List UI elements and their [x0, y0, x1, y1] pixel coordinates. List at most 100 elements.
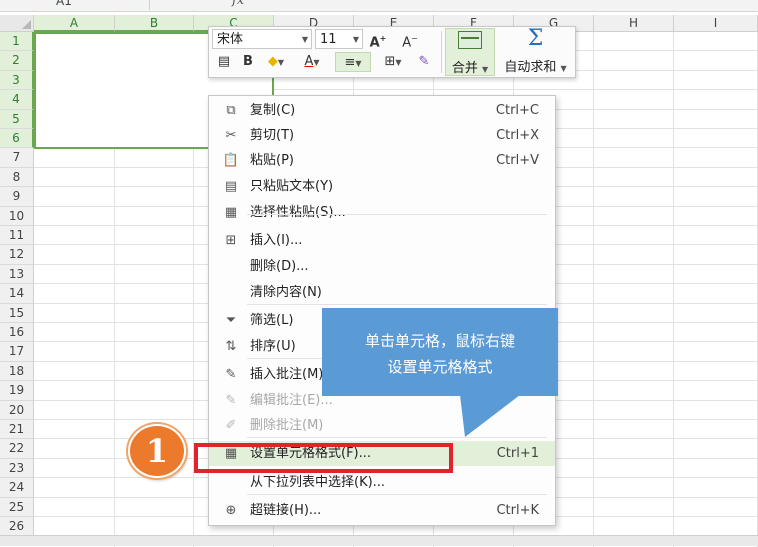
row-header-7[interactable]: 7 [0, 148, 34, 168]
chevron-down-icon: ▼ [301, 35, 308, 44]
menu-item-label: 剪切(T) [250, 128, 295, 143]
menu-item-label: 选择性粘贴(S)... [250, 205, 346, 220]
font-color-button[interactable]: A▼ [297, 52, 327, 72]
menu-item-copy[interactable]: ⧉ 复制(C) Ctrl+C [209, 98, 555, 123]
format-painter-icon[interactable]: ▤ [213, 52, 235, 72]
column-header-a[interactable]: A [34, 15, 115, 32]
menu-item-item-6[interactable]: 删除(D)... [209, 254, 555, 279]
menu-item-paste-special[interactable]: ▦ 选择性粘贴(S)... [209, 200, 555, 225]
row-header-10[interactable]: 10 [0, 206, 34, 226]
step-badge: 1 [128, 424, 186, 478]
font-size-value: 11 [320, 32, 337, 47]
align-center-button[interactable]: ≡▼ [335, 52, 371, 72]
font-name-value: 宋体 [217, 32, 244, 47]
filter-icon: ⏷ [225, 313, 237, 328]
decrease-font-button[interactable]: A− [399, 29, 421, 50]
row-header-18[interactable]: 18 [0, 361, 34, 382]
paste-text-icon: ▤ [224, 179, 238, 194]
copy-icon: ⧉ [226, 103, 236, 118]
menu-item-insert[interactable]: ⊞ 插入(I)... [209, 228, 555, 253]
sheet-bottom-bar [0, 535, 758, 546]
callout-line-1: 单击单元格，鼠标右键 [364, 332, 515, 350]
row-header-20[interactable]: 20 [0, 400, 34, 420]
border-button[interactable]: ⊞▼ [377, 52, 409, 72]
callout-line-2: 设置单元格格式 [387, 358, 493, 376]
menu-item-label: 删除批注(M) [250, 418, 324, 433]
row-header-25[interactable]: 25 [0, 497, 34, 517]
font-name-select[interactable]: 宋体 ▼ [212, 29, 312, 49]
menu-item-label: 只粘贴文本(Y) [250, 179, 334, 194]
menu-item-label: 超链接(H)... [250, 503, 322, 518]
bold-button[interactable]: B [239, 52, 257, 72]
merge-button[interactable]: 合并 ▼ [445, 28, 495, 76]
menu-item-paste[interactable]: 📋 粘贴(P) Ctrl+V [209, 148, 555, 173]
highlight-box [194, 443, 453, 473]
menu-item-label: 排序(U) [250, 339, 296, 354]
menu-item-paste-text[interactable]: ▤ 只粘贴文本(Y) [209, 174, 555, 199]
autosum-label: 自动求和 ▼ [504, 60, 567, 75]
column-header-i[interactable]: I [674, 15, 758, 32]
row-header-8[interactable]: 8 [0, 167, 34, 188]
merge-cells-icon [458, 31, 482, 49]
font-size-select[interactable]: 11 ▼ [315, 29, 363, 49]
row-header-21[interactable]: 21 [0, 420, 34, 440]
mini-toolbar: 宋体 ▼ 11 ▼ A+ A− ▤ B ◆▼ A▼ ≡▼ ⊞▼ ✎ 合并 ▼ Σ… [208, 26, 576, 78]
column-header-b[interactable]: B [115, 15, 194, 32]
formula-bar: A1 fx [0, 0, 758, 12]
edit-comment-icon: ✎ [225, 393, 237, 408]
row-header-11[interactable]: 11 [0, 226, 34, 246]
row-header-15[interactable]: 15 [0, 303, 34, 323]
row-header-1[interactable]: 1 [0, 32, 34, 52]
paste-special-icon: ▦ [224, 205, 238, 220]
menu-separator [247, 494, 547, 495]
menu-item-cut[interactable]: ✂ 剪切(T) Ctrl+X [209, 123, 555, 148]
increase-font-button[interactable]: A+ [367, 29, 389, 50]
clear-format-icon[interactable]: ✎ [413, 52, 435, 72]
paste-icon: 📋 [222, 153, 240, 168]
instruction-callout: 单击单元格，鼠标右键 设置单元格格式 [322, 308, 558, 396]
menu-item-shortcut: Ctrl+K [496, 503, 539, 518]
menu-item-label: 插入(I)... [250, 233, 303, 248]
column-header-h[interactable]: H [594, 15, 674, 32]
menu-item-label: 粘贴(P) [250, 153, 294, 168]
select-all-corner[interactable] [0, 15, 34, 32]
row-header-14[interactable]: 14 [0, 284, 34, 304]
row-header-22[interactable]: 22 [0, 439, 34, 459]
menu-item-shortcut: Ctrl+X [496, 128, 539, 143]
fill-color-button[interactable]: ◆▼ [261, 52, 291, 72]
row-header-12[interactable]: 12 [0, 245, 34, 265]
row-header-2[interactable]: 2 [0, 51, 34, 71]
row-header-13[interactable]: 13 [0, 264, 34, 285]
menu-item-label: 清除内容(N) [250, 285, 322, 300]
row-header-16[interactable]: 16 [0, 323, 34, 343]
row-header-3[interactable]: 3 [0, 70, 34, 91]
menu-item-delete-comment[interactable]: ✐ 删除批注(M) [209, 413, 555, 438]
row-header-19[interactable]: 19 [0, 381, 34, 401]
row-header-26[interactable]: 26 [0, 517, 34, 537]
cut-icon: ✂ [225, 128, 237, 143]
row-header-24[interactable]: 24 [0, 478, 34, 498]
menu-item-item-7[interactable]: 清除内容(N) [209, 280, 555, 305]
chevron-down-icon: ▼ [352, 35, 359, 44]
menu-separator [247, 304, 547, 305]
sort-icon: ⇅ [225, 339, 237, 354]
menu-item-item-14[interactable]: 从下拉列表中选择(K)... [209, 470, 555, 495]
name-box[interactable]: A1 [0, 0, 150, 10]
menu-item-hyperlink[interactable]: ⊕ 超链接(H)... Ctrl+K [209, 498, 555, 523]
delete-comment-icon: ✐ [225, 418, 237, 433]
autosum-button[interactable]: Σ 自动求和 ▼ [498, 26, 573, 76]
row-header-6[interactable]: 6 [0, 129, 34, 149]
menu-item-label: 筛选(L) [250, 313, 294, 328]
merge-label: 合并 ▼ [451, 61, 489, 76]
hyperlink-icon: ⊕ [225, 503, 237, 518]
row-header-5[interactable]: 5 [0, 109, 34, 129]
row-header-17[interactable]: 17 [0, 342, 34, 362]
row-header-9[interactable]: 9 [0, 187, 34, 207]
menu-item-shortcut: Ctrl+1 [496, 446, 539, 461]
insert-icon: ⊞ [225, 233, 237, 248]
row-header-23[interactable]: 23 [0, 458, 34, 479]
menu-item-label: 复制(C) [250, 103, 296, 118]
fx-icon[interactable]: fx [232, 0, 244, 8]
menu-separator [247, 437, 547, 438]
row-header-4[interactable]: 4 [0, 90, 34, 110]
